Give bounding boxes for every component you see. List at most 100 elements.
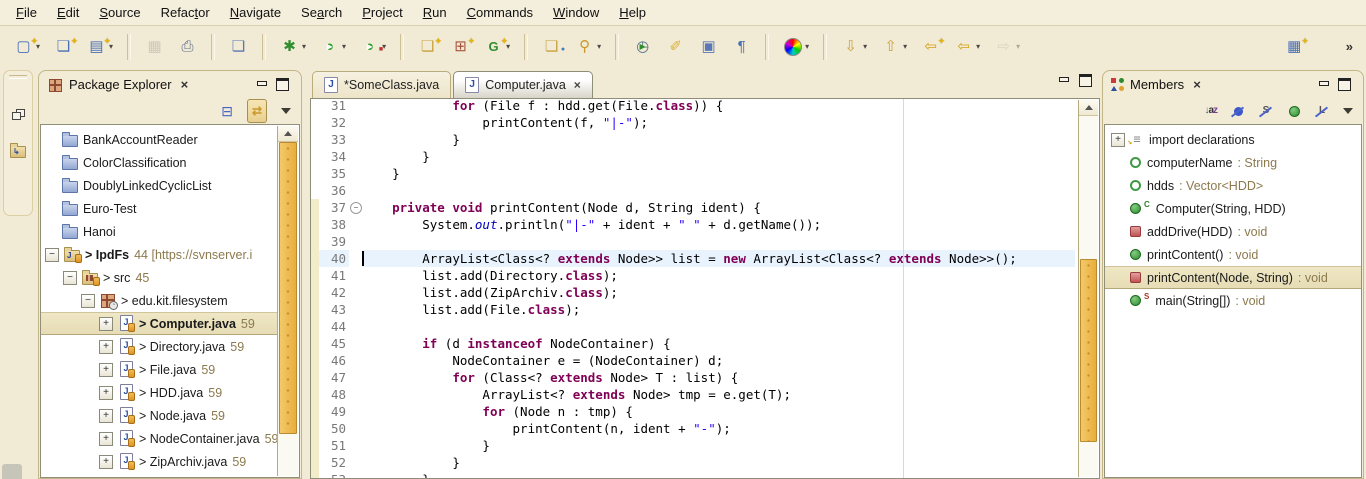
tree-item[interactable]: +J> Node.java59 bbox=[41, 404, 277, 427]
menu-source[interactable]: Source bbox=[89, 1, 150, 24]
maximize-button[interactable] bbox=[1338, 78, 1351, 91]
scroll-up-arrow[interactable] bbox=[278, 126, 298, 142]
minimize-button[interactable] bbox=[1318, 80, 1329, 90]
toolbar-overflow-chevron[interactable]: » bbox=[1346, 39, 1352, 54]
tree-item[interactable]: +J> Directory.java59 bbox=[41, 335, 277, 358]
code-line[interactable]: } bbox=[362, 437, 1075, 454]
collapse-all-button[interactable]: ⊟ bbox=[221, 103, 233, 120]
code-line[interactable]: printContent(f, "|-"); bbox=[362, 114, 1075, 131]
scrollbar-thumb[interactable] bbox=[1080, 259, 1097, 442]
tree-item[interactable]: ColorClassification bbox=[41, 151, 277, 174]
back-button[interactable]: ⇦▾ bbox=[952, 33, 982, 61]
code-line[interactable]: list.add(Directory.class); bbox=[362, 267, 1075, 284]
code-line[interactable]: } bbox=[362, 165, 1075, 182]
dropdown-caret-icon[interactable]: ▾ bbox=[342, 42, 346, 51]
expand-icon[interactable]: + bbox=[99, 432, 113, 446]
restore-views-icon[interactable] bbox=[12, 109, 25, 120]
new-java-project-button[interactable]: ❏✦ bbox=[416, 33, 439, 61]
code-line[interactable]: list.add(File.class); bbox=[362, 301, 1075, 318]
dropdown-caret-icon[interactable]: ▾ bbox=[863, 42, 867, 51]
scroll-up-arrow[interactable] bbox=[1079, 100, 1098, 116]
code-line[interactable]: for (File f : hdd.get(File.class)) { bbox=[362, 98, 1075, 114]
code-line[interactable]: } bbox=[362, 471, 1075, 479]
maximize-button[interactable] bbox=[1079, 74, 1092, 87]
new-table-button[interactable]: ▦✦ bbox=[1283, 33, 1306, 61]
maximize-button[interactable] bbox=[276, 78, 289, 91]
sort-button[interactable]: ↓az bbox=[1204, 105, 1217, 117]
member-item[interactable]: Smain(String[]): void bbox=[1105, 289, 1361, 312]
tree-item[interactable]: BankAccountReader bbox=[41, 128, 277, 151]
collapse-icon[interactable]: − bbox=[63, 271, 77, 285]
new-class-button[interactable]: G✦▾ bbox=[482, 33, 512, 61]
code-line[interactable]: System.out.println("|-" + ident + " " + … bbox=[362, 216, 1075, 233]
print-button[interactable]: ⎙ bbox=[176, 33, 199, 61]
dropdown-caret-icon[interactable]: ▾ bbox=[976, 42, 980, 51]
code-line[interactable]: if (d instanceof NodeContainer) { bbox=[362, 335, 1075, 352]
open-fast-view-icon[interactable]: ↳ bbox=[10, 142, 26, 158]
expand-icon[interactable]: + bbox=[99, 340, 113, 354]
member-item[interactable]: printContent(Node, String): void bbox=[1105, 266, 1361, 289]
tree-item[interactable]: Euro-Test bbox=[41, 197, 277, 220]
code-editor[interactable]: 3132333435363738394041424344454647484950… bbox=[310, 98, 1100, 479]
show-public-icon[interactable] bbox=[1287, 105, 1301, 118]
view-menu-button[interactable] bbox=[281, 108, 291, 114]
dropdown-caret-icon[interactable]: ▾ bbox=[805, 42, 809, 51]
code-line[interactable] bbox=[362, 182, 1075, 199]
hide-fields-icon[interactable] bbox=[1231, 105, 1245, 118]
minimize-button[interactable] bbox=[256, 80, 267, 90]
next-annotation-button[interactable]: ⇩▾ bbox=[839, 33, 869, 61]
dropdown-caret-icon[interactable]: ▾ bbox=[597, 42, 601, 51]
fold-collapse-icon[interactable]: − bbox=[350, 202, 362, 214]
member-item[interactable]: CComputer(String, HDD) bbox=[1105, 197, 1361, 220]
member-item[interactable]: computerName: String bbox=[1105, 151, 1361, 174]
menu-window[interactable]: Window bbox=[543, 1, 609, 24]
editor-scrollbar[interactable] bbox=[1078, 100, 1098, 477]
close-icon[interactable]: × bbox=[574, 78, 581, 92]
previous-annotation-button[interactable]: ⇧▾ bbox=[879, 33, 909, 61]
code-line[interactable]: printContent(n, ident + "-"); bbox=[362, 420, 1075, 437]
code-line[interactable] bbox=[362, 233, 1075, 250]
tree-item[interactable]: +J> ZipArchiv.java59 bbox=[41, 450, 277, 473]
menu-refactor[interactable]: Refactor bbox=[151, 1, 220, 24]
folding-ruler[interactable]: − bbox=[349, 99, 362, 478]
expand-icon[interactable]: + bbox=[99, 455, 113, 469]
tree-item[interactable]: DoublyLinkedCyclicList bbox=[41, 174, 277, 197]
show-selected-element-button[interactable]: ▣ bbox=[697, 33, 720, 61]
code-line[interactable]: for (Node n : tmp) { bbox=[362, 403, 1075, 420]
new-button[interactable]: ▢✦▾ bbox=[12, 33, 42, 61]
dropdown-caret-icon[interactable]: ▾ bbox=[903, 42, 907, 51]
link-with-editor-button[interactable]: ⇄ bbox=[247, 99, 267, 123]
menu-project[interactable]: Project bbox=[352, 1, 412, 24]
external-tools-button[interactable]: ◷▶ bbox=[631, 33, 654, 61]
member-item[interactable]: hdds: Vector<HDD> bbox=[1105, 174, 1361, 197]
drag-handle[interactable] bbox=[9, 75, 27, 79]
copy-pages-button[interactable]: ❏ bbox=[227, 33, 250, 61]
code-text[interactable]: for (File f : hdd.get(File.class)) { pri… bbox=[362, 98, 1075, 479]
tree-item[interactable]: +J> NodeContainer.java59 bbox=[41, 427, 277, 450]
scrollbar-thumb[interactable] bbox=[279, 142, 297, 434]
view-menu-button[interactable] bbox=[1343, 108, 1353, 114]
expand-icon[interactable]: + bbox=[99, 386, 113, 400]
show-whitespace-button[interactable]: ¶ bbox=[730, 33, 753, 61]
menu-edit[interactable]: Edit bbox=[47, 1, 89, 24]
minimized-view-stub[interactable] bbox=[2, 464, 22, 479]
code-line[interactable]: } bbox=[362, 148, 1075, 165]
new-package-button[interactable]: ⊞✦ bbox=[449, 33, 472, 61]
collapse-icon[interactable]: − bbox=[45, 248, 59, 262]
code-line[interactable] bbox=[362, 318, 1075, 335]
code-line[interactable]: ArrayList<? extends Node> tmp = e.get(T)… bbox=[362, 386, 1075, 403]
code-line[interactable]: } bbox=[362, 454, 1075, 471]
dropdown-caret-icon[interactable]: ▾ bbox=[1016, 42, 1020, 51]
dropdown-caret-icon[interactable]: ▾ bbox=[302, 42, 306, 51]
tree-item[interactable]: +J> File.java59 bbox=[41, 358, 277, 381]
code-line[interactable]: for (Class<? extends Node> T : list) { bbox=[362, 369, 1075, 386]
debug-button[interactable]: ✱▾ bbox=[278, 33, 308, 61]
highlighter-button[interactable]: ✐ bbox=[664, 33, 687, 61]
member-item[interactable]: addDrive(HDD): void bbox=[1105, 220, 1361, 243]
close-icon[interactable]: × bbox=[1193, 77, 1201, 92]
run-button[interactable]: ●▶▾ bbox=[318, 33, 348, 61]
expand-icon[interactable]: + bbox=[99, 363, 113, 377]
menu-file[interactable]: File bbox=[6, 1, 47, 24]
code-line[interactable]: NodeContainer e = (NodeContainer) d; bbox=[362, 352, 1075, 369]
code-line[interactable]: private void printContent(Node d, String… bbox=[362, 199, 1075, 216]
